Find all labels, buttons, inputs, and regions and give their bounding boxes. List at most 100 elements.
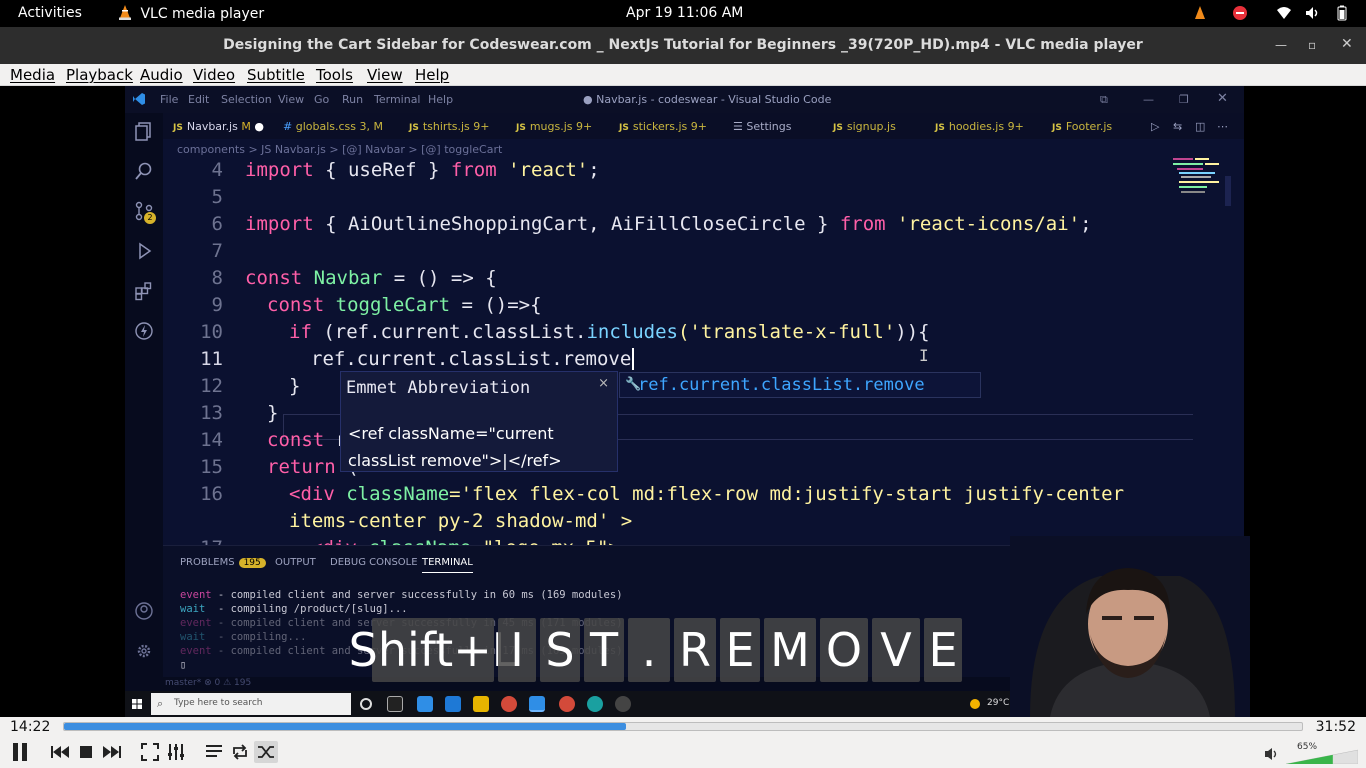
app-menu[interactable]: VLC media player: [118, 5, 264, 22]
equalizer-icon: [168, 744, 184, 760]
wifi-icon[interactable]: [1276, 5, 1292, 21]
shuffle-button[interactable]: [254, 741, 278, 763]
do-not-disturb-icon[interactable]: [1232, 5, 1248, 21]
video-area[interactable]: File Edit Selection View Go Run Terminal…: [0, 86, 1366, 717]
line-number: 13: [200, 402, 223, 424]
menu-view[interactable]: View: [367, 66, 403, 84]
task-view-icon: [387, 696, 403, 712]
windows-start-icon: [132, 699, 142, 709]
suggestion-widget: 🔧 ref.current.classList.remove: [619, 372, 981, 398]
terminal-line: wait - compiling /product/[slug]...: [180, 603, 408, 615]
emmet-abbreviation-popup: Emmet Abbreviation × <ref className="cur…: [340, 371, 618, 472]
seek-bar[interactable]: [63, 722, 1303, 731]
speaker-icon[interactable]: [1264, 747, 1280, 761]
next-button[interactable]: [100, 741, 124, 763]
code-line-16: <div className='flex flex-col md:flex-ro…: [289, 483, 1125, 505]
menubar: Media Playback Audio Video Subtitle Tool…: [0, 64, 1366, 86]
pause-icon: [13, 743, 27, 761]
vs-menu-selection: Selection: [221, 93, 272, 106]
tab-hoodies: JS hoodies.js 9+: [935, 120, 1024, 133]
extended-settings-button[interactable]: [164, 741, 188, 763]
line-number: 16: [200, 483, 223, 505]
code-line-14: const r: [267, 429, 348, 451]
key: M: [764, 618, 816, 682]
status-branch: master* ⊗ 0 ⚠ 195: [165, 678, 252, 688]
scm-badge: 2: [144, 212, 156, 224]
key: .: [628, 618, 670, 682]
menu-help[interactable]: Help: [415, 66, 449, 84]
vs-menu-view: View: [278, 93, 305, 106]
vlc-cone-icon: [119, 5, 131, 20]
maximize-button[interactable]: ▫: [1308, 38, 1316, 52]
screen: Activities VLC media player Apr 19 11:06…: [0, 0, 1366, 768]
tab-settings: ☰ Settings: [733, 120, 792, 133]
line-number: 15: [200, 456, 223, 478]
compare-icon: ⇆: [1173, 120, 1183, 133]
vscode-logo-icon: [133, 93, 145, 105]
stop-button[interactable]: [74, 741, 98, 763]
search-icon: [135, 162, 152, 180]
next-icon: [103, 746, 121, 758]
vscode-taskbar-icon: [529, 696, 545, 712]
run-icon: ▷: [1151, 120, 1160, 133]
vscode-titlebar: File Edit Selection View Go Run Terminal…: [125, 86, 1244, 113]
playlist-icon: [206, 745, 222, 757]
vscode-activity-bar: 2: [125, 113, 163, 717]
tab-signup: JS signup.js: [833, 120, 896, 133]
line-number: 7: [211, 240, 223, 262]
window-titlebar[interactable]: Designing the Cart Sidebar for Codeswear…: [0, 27, 1366, 64]
activities-button[interactable]: Activities: [18, 5, 82, 21]
vs-menu-help: Help: [428, 93, 454, 106]
chrome-profile-icon: [559, 696, 575, 712]
suggestion-item: ref.current.classList.remove: [638, 375, 925, 395]
text-cursor-icon: I: [919, 346, 929, 365]
code-line-12: }: [289, 375, 301, 397]
clock[interactable]: Apr 19 11:06 AM: [626, 5, 743, 21]
menu-audio[interactable]: Audio: [140, 66, 183, 84]
tab-footer: JS Footer.js: [1052, 120, 1113, 133]
tab-navbar: JS Navbar.js M ●: [173, 120, 264, 133]
vlc-tray-icon[interactable]: [1192, 5, 1208, 21]
line-number: 8: [211, 267, 223, 289]
key-shift-l: Shift+L: [349, 618, 517, 682]
elapsed-time[interactable]: 14:22: [10, 719, 50, 735]
key: E: [720, 618, 760, 682]
panel-tab-problems: PROBLEMS 195: [180, 557, 266, 568]
keystroke-overlay: Shift+L I S T . R E M O V E: [349, 618, 966, 682]
battery-icon[interactable]: [1334, 5, 1350, 21]
volume-percent: 65%: [1297, 742, 1318, 752]
terminal-line: wait - compiling...: [180, 631, 307, 643]
code-line-11: ref.current.classList.remove: [311, 348, 635, 370]
loop-button[interactable]: [228, 741, 252, 763]
menu-video[interactable]: Video: [193, 66, 235, 84]
tab-globals: # globals.css 3, M: [283, 120, 383, 133]
panel-tab-debug: DEBUG CONSOLE: [330, 557, 418, 568]
menu-playback[interactable]: Playback: [66, 66, 133, 84]
code-line-9: const toggleCart = ()=>{: [267, 294, 542, 316]
code-line-8: const Navbar = () => {: [245, 267, 497, 289]
window-title: Designing the Cart Sidebar for Codeswear…: [223, 37, 1143, 53]
tab-mugs: JS mugs.js 9+: [516, 120, 593, 133]
pause-button[interactable]: [6, 741, 34, 763]
key: E: [924, 618, 962, 682]
menu-media[interactable]: Media: [10, 66, 55, 84]
code-line-10: if (ref.current.classList.includes('tran…: [289, 321, 930, 343]
panel-tab-output: OUTPUT: [275, 557, 316, 568]
vs-menu-go: Go: [314, 93, 330, 106]
panel-tab-terminal: TERMINAL: [422, 557, 473, 573]
menu-tools[interactable]: Tools: [316, 66, 353, 84]
terminal-line: event - compiled client and server succe…: [180, 589, 623, 601]
playlist-button[interactable]: [202, 741, 226, 763]
lightning-icon: [135, 322, 153, 340]
previous-button[interactable]: [48, 741, 72, 763]
fullscreen-button[interactable]: [138, 741, 162, 763]
menu-subtitle[interactable]: Subtitle: [247, 66, 305, 84]
fullscreen-icon: [141, 743, 159, 761]
minimize-button[interactable]: —: [1275, 38, 1287, 52]
seek-progress: [64, 723, 627, 730]
total-time[interactable]: 31:52: [1316, 719, 1356, 735]
volume-icon[interactable]: [1304, 5, 1320, 21]
vs-close-icon: ✕: [1217, 91, 1228, 106]
close-button[interactable]: ✕: [1341, 36, 1353, 52]
key: T: [584, 618, 624, 682]
